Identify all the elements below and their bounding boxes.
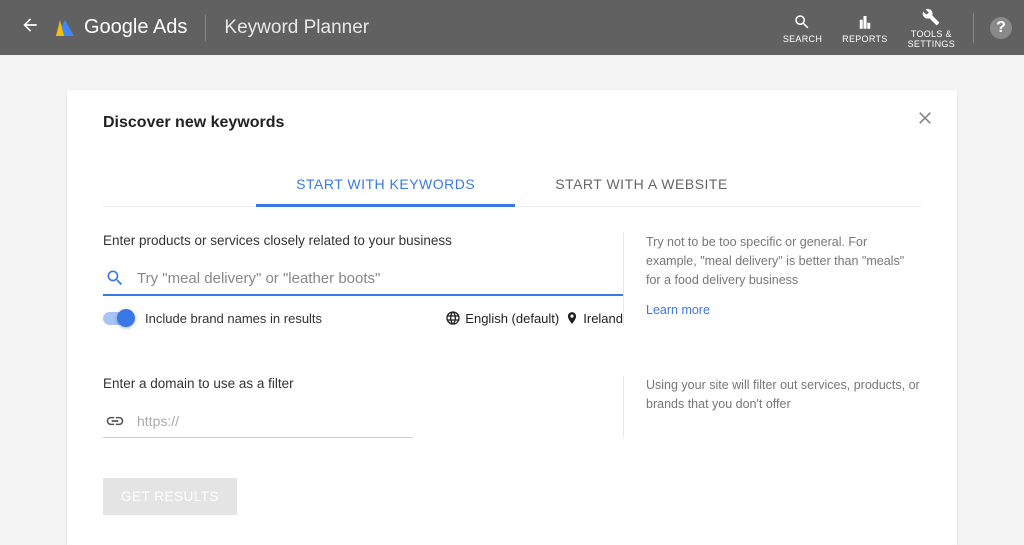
wrench-icon bbox=[922, 8, 940, 26]
tab-bar: START WITH KEYWORDS START WITH A WEBSITE bbox=[103, 164, 921, 207]
tools-settings[interactable]: TOOLS & SETTINGS bbox=[908, 7, 955, 49]
search-tool[interactable]: SEARCH bbox=[783, 12, 822, 44]
keywords-label: Enter products or services closely relat… bbox=[103, 233, 623, 248]
location-pin-icon bbox=[565, 311, 579, 325]
keywords-field bbox=[103, 262, 623, 296]
tab-keywords[interactable]: START WITH KEYWORDS bbox=[256, 164, 515, 207]
reports-tool[interactable]: REPORTS bbox=[842, 12, 887, 44]
tip-text: Using your site will filter out services… bbox=[646, 376, 921, 414]
get-results-button[interactable]: GET RESULTS bbox=[103, 478, 237, 515]
bar-chart-icon bbox=[856, 13, 874, 31]
card-title: Discover new keywords bbox=[103, 114, 921, 132]
link-icon bbox=[105, 411, 125, 431]
tip-text: Try not to be too specific or general. F… bbox=[646, 233, 921, 289]
arrow-left-icon bbox=[20, 15, 40, 35]
back-button[interactable] bbox=[12, 7, 48, 48]
globe-icon bbox=[445, 310, 461, 326]
search-icon bbox=[793, 13, 811, 31]
domain-input[interactable] bbox=[137, 413, 411, 429]
app-header: Google Ads Keyword Planner SEARCH REPORT… bbox=[0, 0, 1024, 55]
location-selector[interactable]: Ireland bbox=[565, 311, 623, 326]
domain-field bbox=[103, 405, 413, 438]
brand-toggle-label: Include brand names in results bbox=[145, 311, 322, 326]
google-ads-logo-icon bbox=[56, 20, 74, 36]
help-icon: ? bbox=[996, 19, 1006, 37]
close-button[interactable] bbox=[915, 108, 935, 133]
language-selector[interactable]: English (default) bbox=[445, 310, 559, 326]
domain-label: Enter a domain to use as a filter bbox=[103, 376, 623, 391]
help-button[interactable]: ? bbox=[990, 17, 1012, 39]
brand-title: Google Ads bbox=[84, 16, 187, 39]
divider bbox=[205, 15, 206, 41]
search-icon bbox=[105, 268, 125, 288]
close-icon bbox=[915, 108, 935, 128]
brand-toggle[interactable] bbox=[103, 312, 133, 325]
learn-more-link[interactable]: Learn more bbox=[646, 301, 710, 320]
discover-card: Discover new keywords START WITH KEYWORD… bbox=[67, 90, 957, 545]
tab-website[interactable]: START WITH A WEBSITE bbox=[515, 164, 768, 206]
page-title: Keyword Planner bbox=[224, 17, 369, 39]
keywords-input[interactable] bbox=[137, 270, 621, 287]
divider bbox=[973, 13, 974, 43]
